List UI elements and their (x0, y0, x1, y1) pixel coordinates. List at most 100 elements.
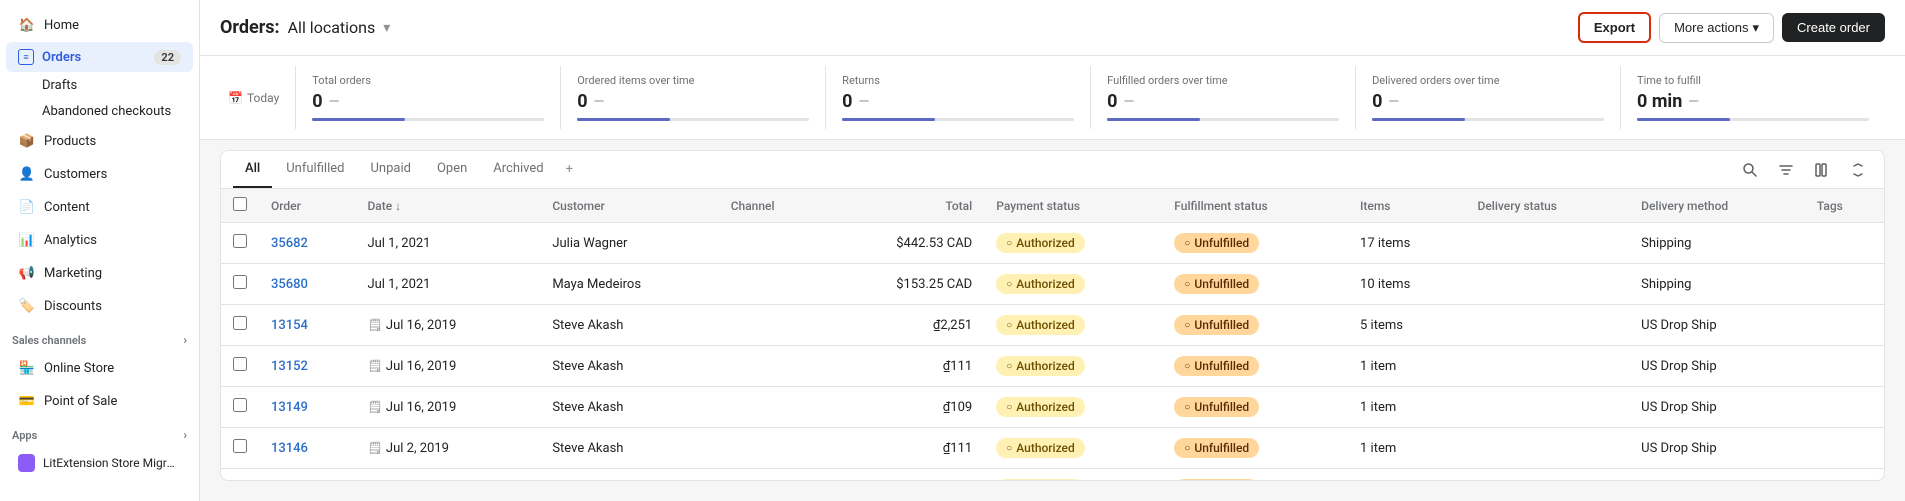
row-checkbox[interactable] (233, 275, 247, 289)
sidebar-item-analytics[interactable]: 📊 Analytics (6, 224, 193, 256)
payment-status-col-header: Payment status (984, 189, 1162, 223)
order-link[interactable]: 35680 (271, 277, 308, 292)
stats-row: 📅 Today Total orders 0 — Ordered items o… (200, 56, 1905, 140)
stat-fulfilled: Fulfilled orders over time 0 — (1091, 66, 1356, 129)
delivery-status-col-header: Delivery status (1466, 189, 1630, 223)
date-cell: 🗒 Jul 16, 2019 (355, 387, 540, 428)
export-button[interactable]: Export (1578, 12, 1651, 43)
tabs-bar: All Unfulfilled Unpaid Open Archived + (221, 151, 1884, 189)
order-link[interactable]: 35682 (271, 236, 308, 251)
order-link[interactable]: 13146 (271, 441, 308, 456)
time-sparkline (1637, 118, 1869, 121)
tab-add-button[interactable]: + (558, 152, 581, 187)
table-row[interactable]: 13152 🗒 Jul 16, 2019 Steve Akash ₫111 Au… (221, 346, 1884, 387)
tags-cell (1805, 223, 1884, 264)
channel-cell (719, 346, 826, 387)
sidebar-item-drafts[interactable]: Drafts (6, 73, 193, 98)
table-row[interactable]: 35682 Jul 1, 2021 Julia Wagner $442.53 C… (221, 223, 1884, 264)
note-icon: 🗒 (367, 441, 382, 455)
home-icon: 🏠 (18, 16, 36, 34)
channel-cell (719, 387, 826, 428)
returns-label: Returns (842, 74, 880, 87)
location-chevron-icon[interactable]: ▾ (383, 20, 390, 36)
items-cell: 1 item (1348, 346, 1466, 387)
create-order-button[interactable]: Create order (1782, 13, 1885, 42)
fulfillment-status-badge: Unfulfilled (1174, 315, 1259, 335)
payment-status-badge: Authorized (996, 479, 1085, 480)
sidebar-item-marketing[interactable]: 📢 Marketing (6, 257, 193, 289)
tab-all[interactable]: All (233, 151, 272, 188)
calendar-icon: 📅 (228, 91, 243, 105)
delivery-status-cell (1466, 223, 1630, 264)
order-link[interactable]: 13152 (271, 359, 308, 374)
order-link[interactable]: 13154 (271, 318, 308, 333)
sidebar-item-point-of-sale[interactable]: 💳 Point of Sale (6, 385, 193, 417)
apps-section: Apps › (0, 418, 199, 446)
tab-unpaid[interactable]: Unpaid (358, 151, 422, 188)
apps-arrow[interactable]: › (183, 428, 187, 442)
order-link[interactable]: 13149 (271, 400, 308, 415)
search-button[interactable] (1736, 156, 1764, 184)
fulfillment-status-cell: Unfulfilled (1162, 346, 1348, 387)
sidebar-item-abandoned-checkouts[interactable]: Abandoned checkouts (6, 99, 193, 124)
delivery-status-cell (1466, 305, 1630, 346)
time-label: Time to fulfill (1637, 74, 1701, 87)
table-row[interactable]: 13146 🗒 Jul 2, 2019 Steve Akash ₫111 Aut… (221, 428, 1884, 469)
items-cell: 17 items (1348, 223, 1466, 264)
orders-badge: 22 (154, 50, 181, 65)
filter-button[interactable] (1772, 156, 1800, 184)
fulfillment-status-cell: Unfulfilled (1162, 305, 1348, 346)
tags-col-header: Tags (1805, 189, 1884, 223)
fulfillment-status-badge: Unfulfilled (1174, 274, 1259, 294)
tags-cell (1805, 428, 1884, 469)
tags-cell (1805, 387, 1884, 428)
sidebar-online-store-label: Online Store (44, 361, 114, 376)
fulfillment-status-badge: Unfulfilled (1174, 356, 1259, 376)
row-checkbox-cell (221, 428, 259, 469)
sales-channels-arrow[interactable]: › (183, 333, 187, 347)
total-cell: $153.25 CAD (826, 264, 984, 305)
table-row[interactable]: 35680 Jul 1, 2021 Maya Medeiros $153.25 … (221, 264, 1884, 305)
tab-unfulfilled[interactable]: Unfulfilled (274, 151, 356, 188)
customer-cell: Julia Wagner (540, 223, 718, 264)
sidebar-item-online-store[interactable]: 🏪 Online Store (6, 352, 193, 384)
sidebar-item-products[interactable]: 📦 Products (6, 125, 193, 157)
sidebar-item-orders[interactable]: ≡ Orders 22 (6, 42, 193, 72)
order-id-cell: 35680 (259, 264, 355, 305)
orders-table: Order Date ↓ Customer Channel Total Paym… (221, 189, 1884, 480)
time-value: 0 min (1637, 91, 1682, 112)
total-orders-dash: — (329, 94, 340, 110)
tab-open[interactable]: Open (425, 151, 479, 188)
fulfillment-status-cell: Unfulfilled (1162, 469, 1348, 481)
date-sort-icon: ↓ (395, 199, 401, 213)
tab-archived[interactable]: Archived (481, 151, 555, 188)
sidebar-content-label: Content (44, 200, 90, 215)
fulfillment-status-col-header: Fulfillment status (1162, 189, 1348, 223)
more-actions-button[interactable]: More actions ▾ (1659, 13, 1774, 43)
row-checkbox[interactable] (233, 439, 247, 453)
sort-button[interactable] (1844, 156, 1872, 184)
sidebar-item-home[interactable]: 🏠 Home (6, 9, 193, 41)
note-icon: 🗒 (367, 400, 382, 414)
channel-cell (719, 223, 826, 264)
row-checkbox[interactable] (233, 316, 247, 330)
row-checkbox[interactable] (233, 234, 247, 248)
table-scroll[interactable]: Order Date ↓ Customer Channel Total Paym… (221, 189, 1884, 480)
sidebar-item-customers[interactable]: 👤 Customers (6, 158, 193, 190)
sidebar-item-content[interactable]: 📄 Content (6, 191, 193, 223)
table-row[interactable]: 13149 🗒 Jul 16, 2019 Steve Akash ₫109 Au… (221, 387, 1884, 428)
total-cell: ₫111 (826, 346, 984, 387)
date-col-header[interactable]: Date ↓ (355, 189, 540, 223)
payment-status-badge: Authorized (996, 274, 1085, 294)
sidebar-item-discounts[interactable]: 🏷️ Discounts (6, 290, 193, 322)
row-checkbox[interactable] (233, 357, 247, 371)
customer-cell: Steve Akash (540, 428, 718, 469)
table-row[interactable]: 13154 🗒 Jul 16, 2019 Steve Akash ₫2,251 … (221, 305, 1884, 346)
columns-button[interactable] (1808, 156, 1836, 184)
fulfillment-status-badge: Unfulfilled (1174, 438, 1259, 458)
select-all-checkbox[interactable] (233, 197, 247, 211)
row-checkbox[interactable] (233, 398, 247, 412)
sidebar-products-label: Products (44, 134, 96, 149)
sidebar-item-app[interactable]: LitExtension Store Migrati... (6, 447, 193, 479)
table-row[interactable]: 13144 🗒 Jul 1, 2019 Steve Akash ₫111 Aut… (221, 469, 1884, 481)
